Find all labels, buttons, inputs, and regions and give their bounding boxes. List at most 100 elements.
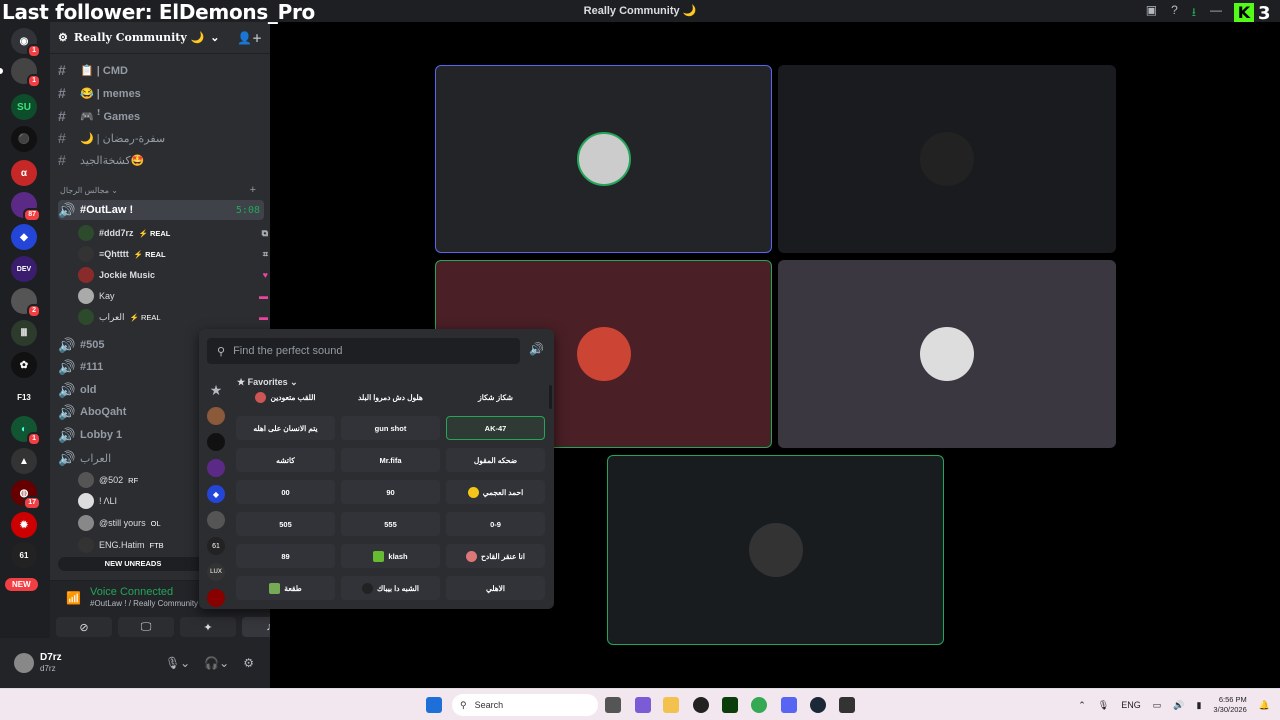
- sound-button[interactable]: يتم الانسان على اهله: [236, 416, 335, 440]
- server-icon[interactable]: [207, 589, 225, 607]
- server-icon[interactable]: ▲: [11, 448, 37, 474]
- volume-icon[interactable]: 🔊: [529, 342, 544, 356]
- participant-tile[interactable]: [607, 455, 944, 645]
- copilot-icon[interactable]: [635, 697, 651, 713]
- server-icon[interactable]: [207, 459, 225, 477]
- kick-app-icon[interactable]: [722, 697, 738, 713]
- sound-button[interactable]: Mr.fifa: [341, 448, 440, 472]
- sound-button[interactable]: gun shot: [341, 416, 440, 440]
- channel-item[interactable]: # 📋 | CMD: [58, 60, 264, 80]
- server-icon[interactable]: LUX: [207, 563, 225, 581]
- sound-button[interactable]: AK-47: [446, 416, 545, 440]
- sound-button[interactable]: هلول دش دمروا البلد: [341, 385, 440, 409]
- settings-gear-icon[interactable]: ⚙: [243, 656, 254, 670]
- add-channel-icon[interactable]: +: [250, 184, 256, 196]
- battery-icon[interactable]: ▮: [1196, 700, 1201, 711]
- steam-icon[interactable]: [810, 697, 826, 713]
- windows-start-icon[interactable]: [426, 697, 442, 713]
- new-pill[interactable]: NEW: [5, 578, 38, 591]
- participant-tile[interactable]: [435, 65, 772, 253]
- signal-icon[interactable]: 📶: [66, 591, 81, 605]
- sound-button[interactable]: شكاز شكاز: [446, 385, 545, 409]
- server-header[interactable]: ⚙ Really Community 🌙 ⌄ 👤+: [50, 22, 270, 54]
- server-icon[interactable]: [207, 511, 225, 529]
- server-icon[interactable]: ◆: [11, 224, 37, 250]
- username[interactable]: D7rz: [40, 652, 62, 663]
- voice-channel-path[interactable]: #OutLaw ! / Really Community 🌙: [90, 599, 210, 608]
- server-icon[interactable]: 1: [11, 58, 41, 88]
- star-icon[interactable]: ★: [207, 381, 225, 399]
- server-icon[interactable]: F13: [11, 384, 37, 410]
- voice-user[interactable]: العراب ⚡ REAL ▬: [78, 307, 268, 327]
- camera-off-button[interactable]: ⊘: [56, 617, 112, 637]
- server-icon[interactable]: DEV: [11, 256, 37, 282]
- mic-icon[interactable]: 🎙: [1098, 700, 1109, 711]
- server-icon[interactable]: [207, 407, 225, 425]
- taskbar-search[interactable]: ⚲ Search: [452, 694, 598, 716]
- voice-channel-active[interactable]: 🔊 #OutLaw ! 5:08: [58, 200, 264, 220]
- discord-app-icon[interactable]: [781, 697, 797, 713]
- server-icon[interactable]: ◐ 1: [11, 416, 41, 446]
- sound-button[interactable]: 00: [236, 480, 335, 504]
- server-icon[interactable]: ✿: [11, 352, 37, 378]
- task-view-icon[interactable]: [605, 697, 621, 713]
- discord-home-icon[interactable]: ◉ 1: [11, 28, 41, 58]
- volume-icon[interactable]: 🔊: [1173, 700, 1184, 711]
- sound-button[interactable]: احمد العجمي: [446, 480, 545, 504]
- voice-user[interactable]: Kay ▬: [78, 286, 268, 306]
- channel-item[interactable]: # 😂 | memes: [58, 83, 264, 103]
- sound-button[interactable]: كاتشه: [236, 448, 335, 472]
- screen-share-icon[interactable]: ▣: [1146, 3, 1157, 24]
- channel-item[interactable]: # كشخةالجيد🤩: [58, 150, 264, 170]
- server-icon[interactable]: 2: [11, 288, 41, 318]
- sound-search-input[interactable]: ⚲ Find the perfect sound: [207, 338, 520, 364]
- server-icon[interactable]: ◍ 17: [11, 480, 41, 510]
- sound-button[interactable]: 89: [236, 544, 335, 568]
- server-icon[interactable]: 61: [11, 542, 37, 568]
- voice-user[interactable]: ≡Qhtttt ⚡ REAL ⌗: [78, 244, 268, 264]
- server-icon[interactable]: ⚫: [11, 126, 37, 152]
- participant-tile[interactable]: [778, 260, 1116, 448]
- sound-button[interactable]: الاهلي: [446, 576, 545, 600]
- invite-icon[interactable]: 👤+: [237, 31, 262, 45]
- voice-user[interactable]: Jockie Music ♥: [78, 265, 268, 285]
- sound-button[interactable]: 555: [341, 512, 440, 536]
- chevron-up-icon[interactable]: ⌃: [1078, 700, 1086, 711]
- server-icon[interactable]: SU: [11, 94, 37, 120]
- sound-button[interactable]: اللقب متعودين: [236, 385, 335, 409]
- server-icon[interactable]: [207, 433, 225, 451]
- sound-button[interactable]: klash: [341, 544, 440, 568]
- sound-button[interactable]: طقعة: [236, 576, 335, 600]
- server-icon[interactable]: ✹: [11, 512, 37, 538]
- new-unreads-button[interactable]: NEW UNREADS: [58, 557, 208, 571]
- mic-icon[interactable]: 🎙⌄: [165, 656, 190, 670]
- sound-button[interactable]: 90: [341, 480, 440, 504]
- sound-button[interactable]: 0-9: [446, 512, 545, 536]
- chrome-icon[interactable]: [751, 697, 767, 713]
- minimize-icon[interactable]: —: [1210, 3, 1222, 24]
- scrollbar[interactable]: [549, 385, 552, 409]
- network-icon[interactable]: ▭: [1153, 700, 1162, 711]
- sound-button[interactable]: الشبه دا بيباك: [341, 576, 440, 600]
- sound-button[interactable]: ضحكه المقول: [446, 448, 545, 472]
- server-icon[interactable]: α: [11, 160, 37, 186]
- language-indicator[interactable]: ENG: [1121, 700, 1141, 710]
- notification-icon[interactable]: 🔔: [1259, 700, 1270, 711]
- download-icon[interactable]: ⭳: [1192, 3, 1196, 24]
- server-icon[interactable]: ◆: [207, 485, 225, 503]
- screen-share-button[interactable]: 🖵: [118, 617, 174, 637]
- channel-item[interactable]: # 🎮 ꜝ Games: [58, 106, 264, 126]
- category-header[interactable]: مجالس الرجال ⌄ +: [60, 184, 260, 196]
- avatar[interactable]: [14, 653, 34, 673]
- app-icon[interactable]: [839, 697, 855, 713]
- server-icon[interactable]: 87: [11, 192, 41, 222]
- headphones-icon[interactable]: 🎧⌄: [204, 656, 229, 670]
- help-icon[interactable]: ?: [1171, 3, 1178, 24]
- activities-button[interactable]: ✦: [180, 617, 236, 637]
- server-icon[interactable]: 61: [207, 537, 225, 555]
- file-explorer-icon[interactable]: [663, 697, 679, 713]
- server-icon[interactable]: Ⅲ: [11, 320, 37, 346]
- sound-button[interactable]: انا عنقر القادح: [446, 544, 545, 568]
- channel-item[interactable]: # 🌙 | سفرة-رمضان: [58, 128, 264, 148]
- sound-button[interactable]: 505: [236, 512, 335, 536]
